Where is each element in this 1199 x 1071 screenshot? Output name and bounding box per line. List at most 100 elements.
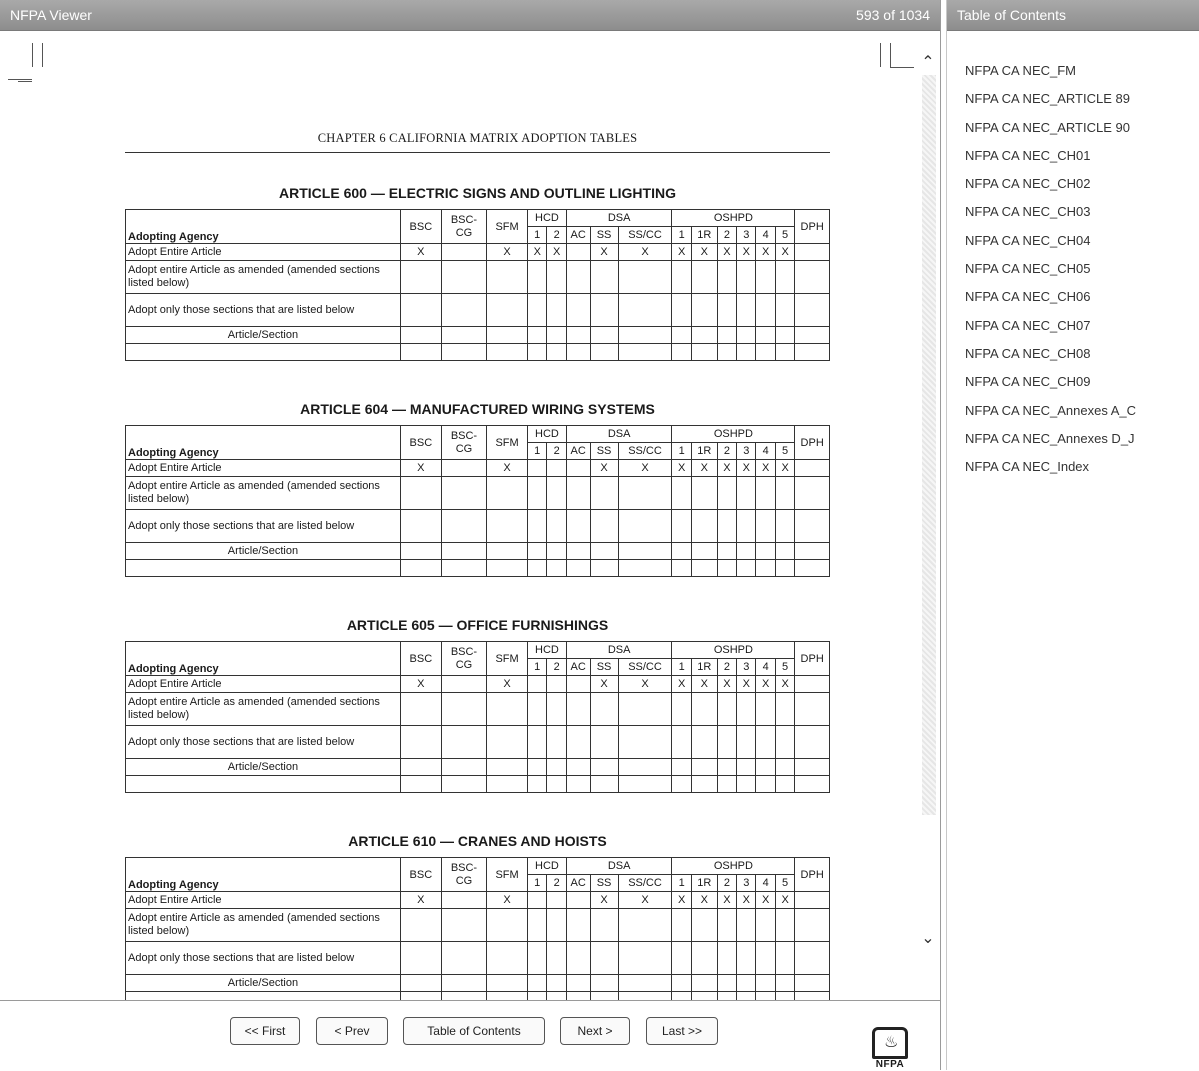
- empty-cell: [440, 974, 488, 992]
- bsc-cg-header: BSC- CG: [440, 641, 488, 676]
- adoption-mark: X: [617, 243, 673, 261]
- adoption-matrix-table: Adopting Agency BSC BSC- CG SFM HCD DSA OSHPD D…: [125, 641, 830, 793]
- oshpd-subheader: 5: [774, 442, 796, 460]
- adoption-mark: X: [736, 891, 757, 909]
- empty-cell: [755, 692, 776, 726]
- empty-cell: [440, 326, 488, 344]
- toc-item[interactable]: NFPA CA NEC_Annexes A_C: [965, 402, 1136, 430]
- empty-cell: [589, 775, 619, 793]
- empty-cell: [690, 941, 718, 975]
- empty-cell: [716, 559, 738, 577]
- dph-header: DPH: [794, 641, 830, 676]
- empty-cell: [440, 293, 488, 327]
- dsa-header: DSA: [565, 209, 673, 227]
- toc-item[interactable]: NFPA CA NEC_CH05: [965, 260, 1136, 288]
- table-row: Adopt only those sections that are liste…: [125, 725, 830, 759]
- empty-cell: [565, 692, 591, 726]
- dsa-subheader: SS: [589, 658, 619, 676]
- adoption-mark: X: [617, 459, 673, 477]
- last-page-button[interactable]: Last >>: [646, 1017, 718, 1045]
- dsa-subheader: AC: [565, 226, 591, 244]
- empty-cell: [690, 908, 718, 942]
- empty-cell: [565, 260, 591, 294]
- empty-cell: [565, 476, 591, 510]
- empty-cell: [527, 343, 548, 361]
- toc-item[interactable]: NFPA CA NEC_ARTICLE 89: [965, 90, 1136, 118]
- adoption-mark: [565, 243, 591, 261]
- empty-cell: [399, 293, 442, 327]
- adoption-mark: X: [589, 459, 619, 477]
- empty-cell: [565, 509, 591, 543]
- toc-item[interactable]: NFPA CA NEC_CH03: [965, 203, 1136, 231]
- toc-item[interactable]: NFPA CA NEC_CH09: [965, 373, 1136, 401]
- dsa-subheader: SS: [589, 226, 619, 244]
- hcd-subheader: 1: [527, 226, 548, 244]
- oshpd-header: OSHPD: [671, 641, 796, 659]
- empty-cell: [716, 991, 738, 1000]
- empty-cell: [690, 725, 718, 759]
- toc-item[interactable]: NFPA CA NEC_CH08: [965, 345, 1136, 373]
- empty-cell: [399, 343, 442, 361]
- empty-cell: [440, 542, 488, 560]
- adoption-mark: [565, 675, 591, 693]
- next-page-button[interactable]: Next >: [560, 1017, 630, 1045]
- scroll-down-icon[interactable]: ⌄: [920, 931, 936, 947]
- hcd-header: HCD: [527, 209, 567, 227]
- empty-cell: [589, 260, 619, 294]
- hcd-subheader: 1: [527, 874, 548, 892]
- empty-cell: [716, 908, 738, 942]
- table-row: Adopt Entire Article X X X X X X X X X X: [125, 459, 830, 477]
- table-row: Article/Section: [125, 326, 830, 344]
- adoption-mark: [546, 891, 567, 909]
- empty-cell: [774, 758, 796, 776]
- empty-cell: [125, 559, 401, 577]
- scroll-up-icon[interactable]: ⌃: [920, 55, 936, 71]
- empty-cell: [399, 692, 442, 726]
- adoption-mark: [546, 675, 567, 693]
- first-page-button[interactable]: << First: [230, 1017, 300, 1045]
- dsa-subheader: SS: [589, 874, 619, 892]
- empty-cell: [736, 476, 757, 510]
- toc-item[interactable]: NFPA CA NEC_Annexes D_J: [965, 430, 1136, 458]
- toc-item[interactable]: NFPA CA NEC_Index: [965, 458, 1136, 486]
- hcd-subheader: 2: [546, 226, 567, 244]
- empty-cell: [565, 758, 591, 776]
- toc-item[interactable]: NFPA CA NEC_CH07: [965, 317, 1136, 345]
- empty-cell: [716, 476, 738, 510]
- empty-cell: [716, 692, 738, 726]
- prev-page-button[interactable]: < Prev: [316, 1017, 388, 1045]
- toc-item[interactable]: NFPA CA NEC_CH01: [965, 147, 1136, 175]
- adoption-mark: X: [690, 459, 718, 477]
- empty-cell: [546, 991, 567, 1000]
- hcd-header: HCD: [527, 425, 567, 443]
- table-of-contents-button[interactable]: Table of Contents: [403, 1017, 545, 1045]
- empty-cell: [671, 559, 692, 577]
- adoption-mark: [794, 459, 830, 477]
- scrollbar[interactable]: [922, 75, 936, 815]
- document-page[interactable]: ⌃ ⌄ CHAPTER 6 CALIFORNIA MATRIX ADOPTION…: [0, 31, 940, 1000]
- empty-cell: [794, 293, 830, 327]
- empty-cell: [589, 758, 619, 776]
- toc-item[interactable]: NFPA CA NEC_CH04: [965, 232, 1136, 260]
- empty-cell: [774, 991, 796, 1000]
- hcd-header: HCD: [527, 641, 567, 659]
- oshpd-subheader: 3: [736, 442, 757, 460]
- toc-item[interactable]: NFPA CA NEC_FM: [965, 62, 1136, 90]
- empty-cell: [440, 476, 488, 510]
- empty-cell: [736, 260, 757, 294]
- toc-item[interactable]: NFPA CA NEC_ARTICLE 90: [965, 119, 1136, 147]
- empty-cell: [617, 559, 673, 577]
- empty-cell: [617, 725, 673, 759]
- hcd-header: HCD: [527, 857, 567, 875]
- adoption-mark: X: [736, 675, 757, 693]
- empty-cell: [617, 293, 673, 327]
- adoption-mark: X: [690, 891, 718, 909]
- page-counter: 593 of 1034: [856, 7, 930, 23]
- toc-item[interactable]: NFPA CA NEC_CH02: [965, 175, 1136, 203]
- empty-cell: [440, 692, 488, 726]
- empty-cell: [589, 941, 619, 975]
- empty-cell: [794, 260, 830, 294]
- empty-cell: [589, 991, 619, 1000]
- empty-cell: [486, 692, 529, 726]
- toc-item[interactable]: NFPA CA NEC_CH06: [965, 288, 1136, 316]
